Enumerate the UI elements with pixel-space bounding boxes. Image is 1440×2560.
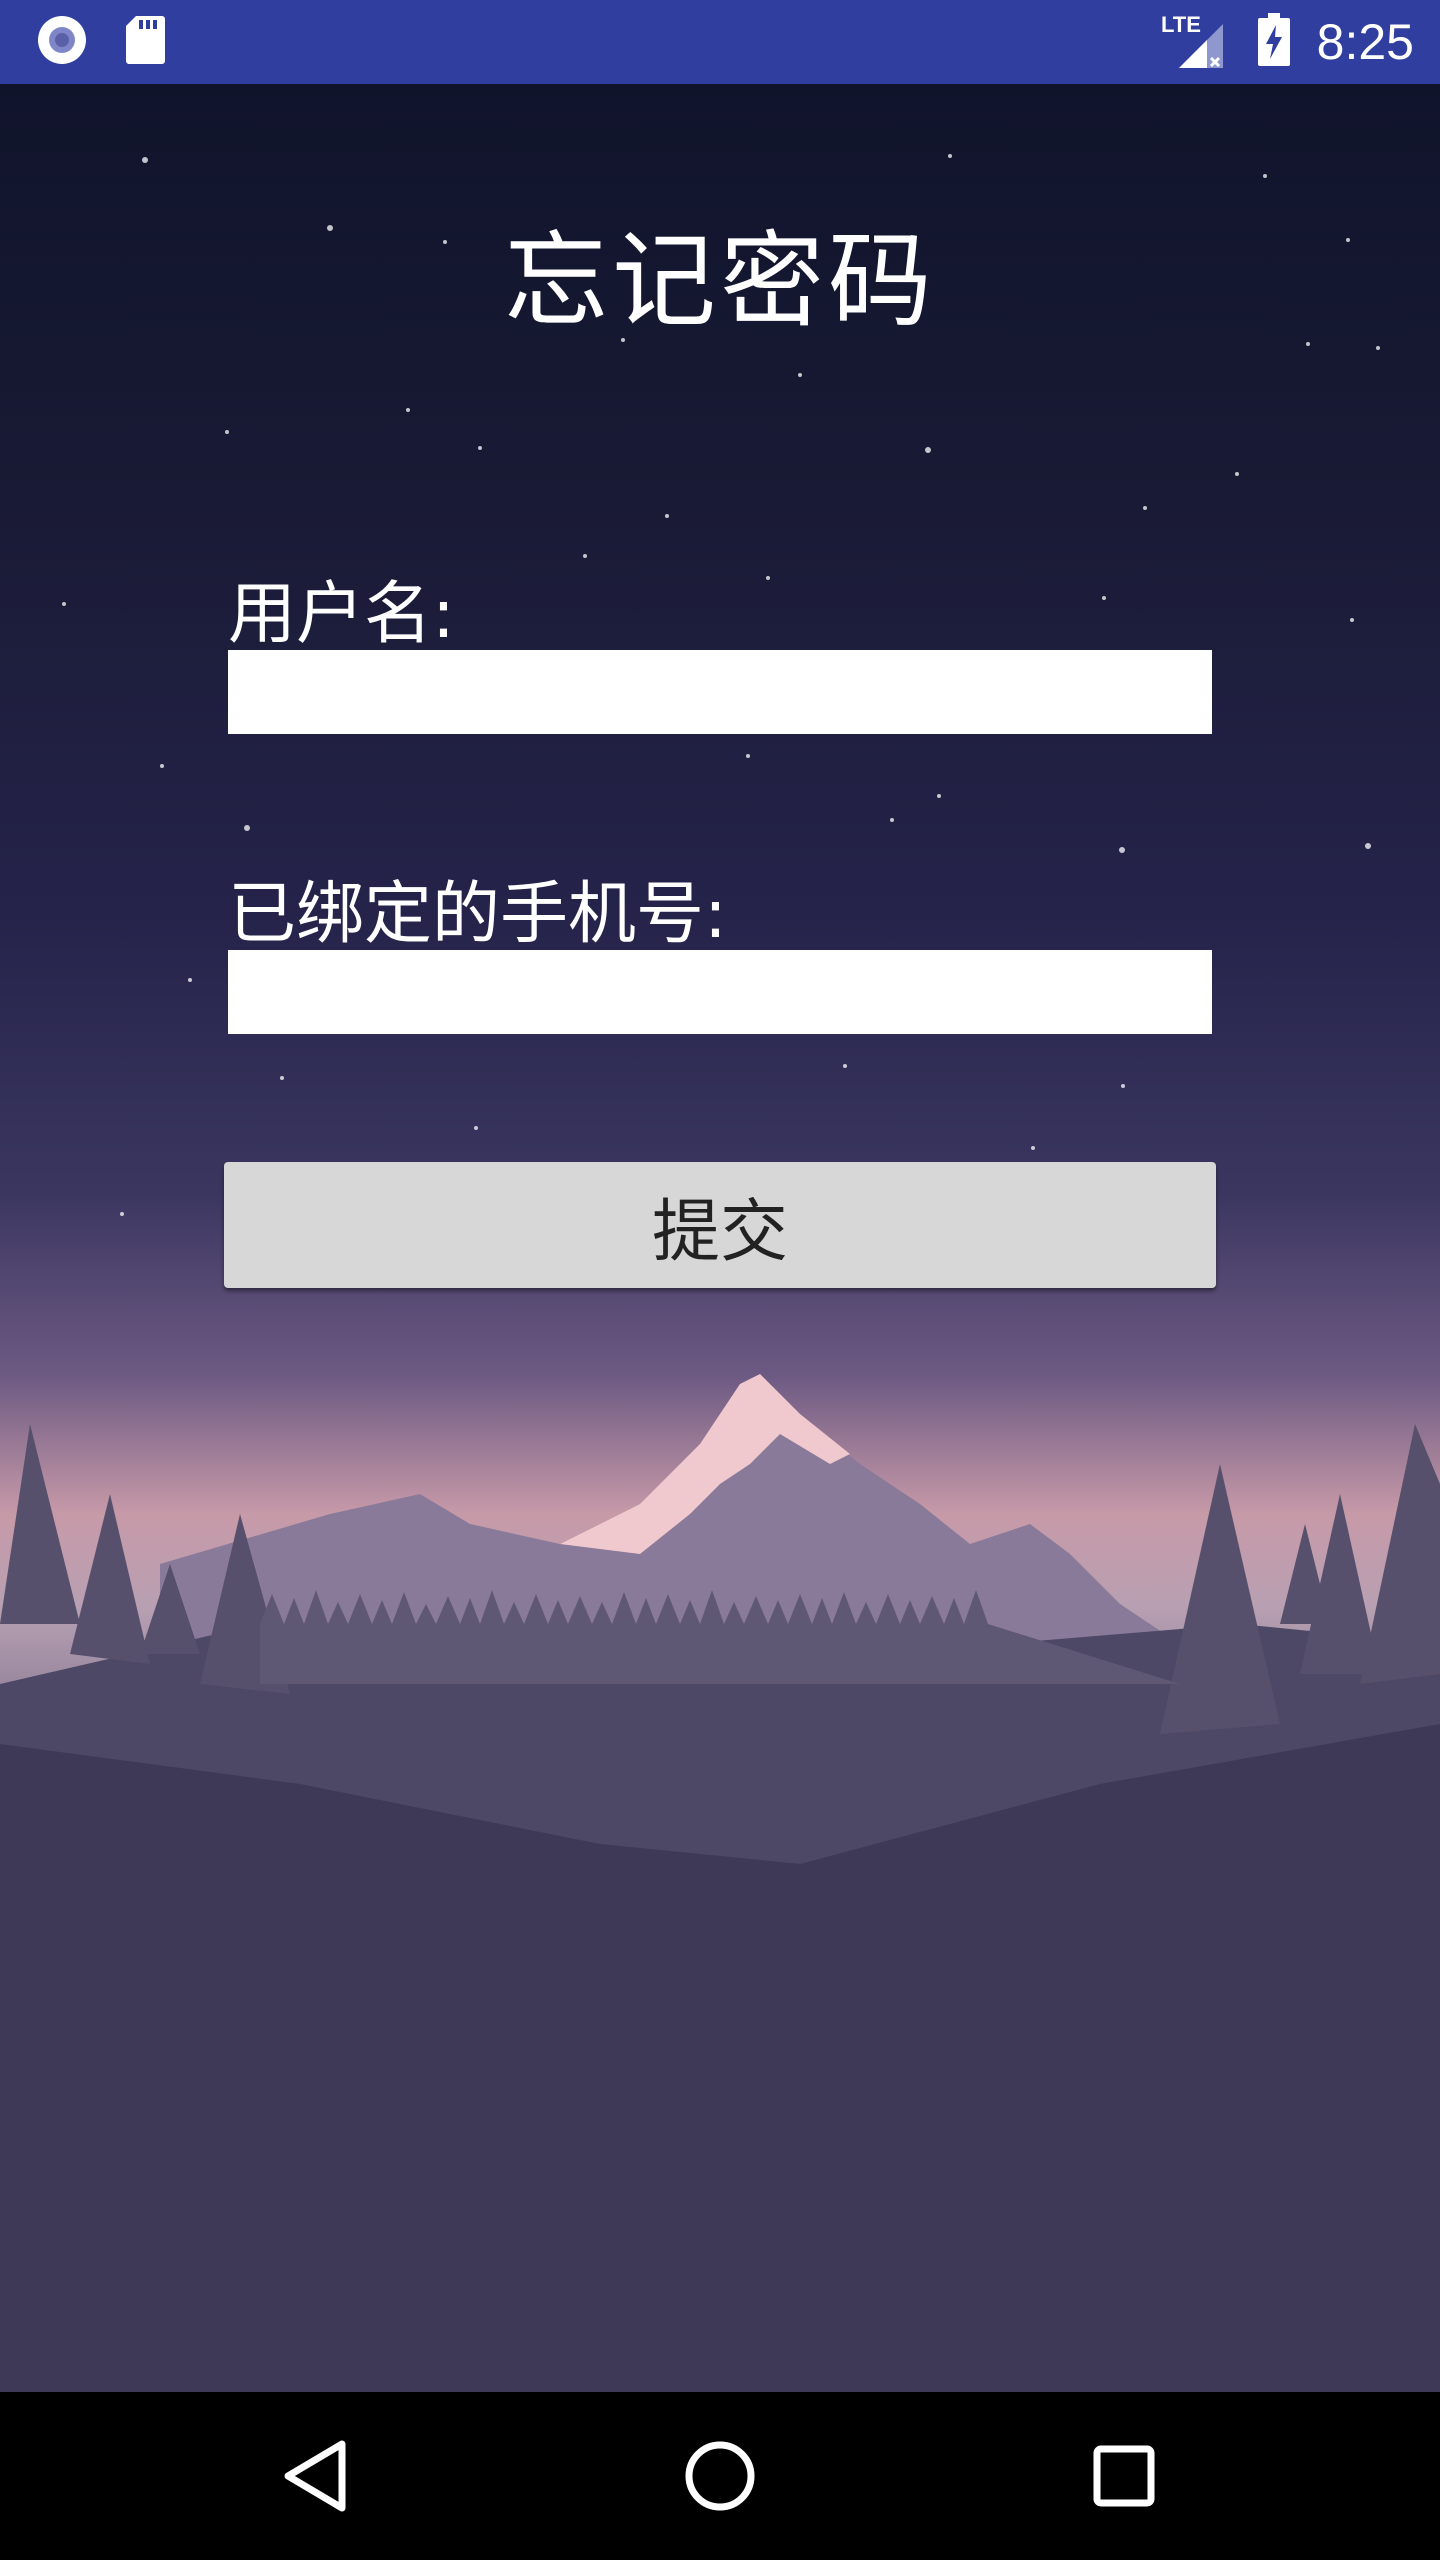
back-triangle-icon[interactable]	[272, 2432, 360, 2520]
forgot-password-screen: 忘记密码 用户名: 已绑定的手机号: 提交	[0, 84, 1440, 2392]
recents-square-icon[interactable]	[1080, 2432, 1168, 2520]
circle-notification-icon	[36, 14, 88, 70]
phone-label: 已绑定的手机号:	[228, 875, 727, 954]
phone-input[interactable]	[228, 950, 1212, 1034]
network-type-label: LTE	[1161, 12, 1201, 37]
username-label: 用户名:	[228, 575, 455, 654]
lte-signal-icon: LTE	[1161, 10, 1231, 74]
page-title: 忘记密码	[503, 220, 936, 342]
navigation-bar	[0, 2392, 1440, 2560]
sd-card-icon	[124, 14, 166, 70]
submit-button[interactable]: 提交	[224, 1162, 1216, 1288]
status-time: 8:25	[1316, 14, 1414, 70]
home-circle-icon[interactable]	[676, 2432, 764, 2520]
status-bar: LTE 8:25	[0, 0, 1440, 84]
username-input[interactable]	[228, 650, 1212, 734]
battery-charging-icon	[1257, 13, 1291, 71]
